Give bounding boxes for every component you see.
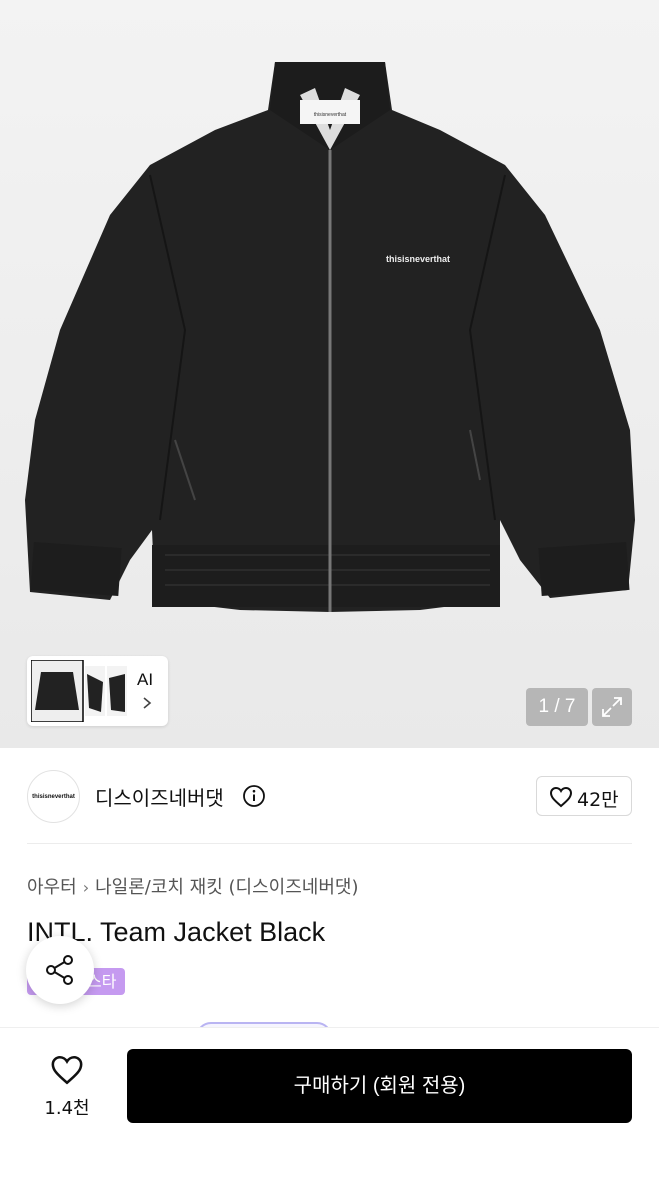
brand-like-count: 42만 (577, 789, 619, 811)
brand-logo[interactable]: thisisneverthat (27, 770, 80, 823)
ai-thumbnail-card[interactable]: AI (27, 656, 168, 726)
jacket-image: thisisneverthat thisisneverthat (25, 62, 635, 612)
buy-button[interactable]: 구매하기 (회원 전용) (127, 1049, 632, 1123)
ai-label: AI (137, 670, 154, 689)
svg-text:thisisneverthat: thisisneverthat (386, 254, 450, 264)
wishlist-count: 1.4천 (44, 1098, 90, 1119)
brand-row: thisisneverthat 디스이즈네버댓 42만 (27, 770, 632, 824)
expand-icon (602, 697, 622, 717)
breadcrumb-subcategory[interactable]: 나일론/코치 재킷 (디스이즈네버댓) (95, 877, 358, 898)
divider (27, 843, 632, 844)
wishlist-button[interactable]: 1.4천 (27, 1048, 107, 1128)
heart-icon (51, 1055, 83, 1085)
thumbnail-images (31, 660, 127, 722)
breadcrumb-category[interactable]: 아우터 (27, 877, 77, 898)
svg-text:thisisneverthat: thisisneverthat (314, 112, 347, 118)
chevron-right-icon: › (82, 878, 90, 897)
info-icon[interactable] (242, 784, 266, 808)
heart-icon (549, 786, 573, 808)
product-image-gallery[interactable]: thisisneverthat thisisneverthat AI 1 / 7 (0, 0, 659, 748)
share-icon (46, 955, 73, 985)
brand-name[interactable]: 디스이즈네버댓 (95, 782, 224, 811)
bottom-action-bar: 1.4천 구매하기 (회원 전용) (0, 1028, 659, 1200)
expand-button[interactable] (592, 688, 632, 726)
image-counter: 1 / 7 (526, 688, 588, 726)
share-button[interactable] (26, 936, 94, 1004)
breadcrumb: 아우터 › 나일론/코치 재킷 (디스이즈네버댓) (27, 873, 359, 899)
chevron-right-icon (143, 697, 152, 709)
brand-like-button[interactable]: 42만 (536, 776, 632, 816)
